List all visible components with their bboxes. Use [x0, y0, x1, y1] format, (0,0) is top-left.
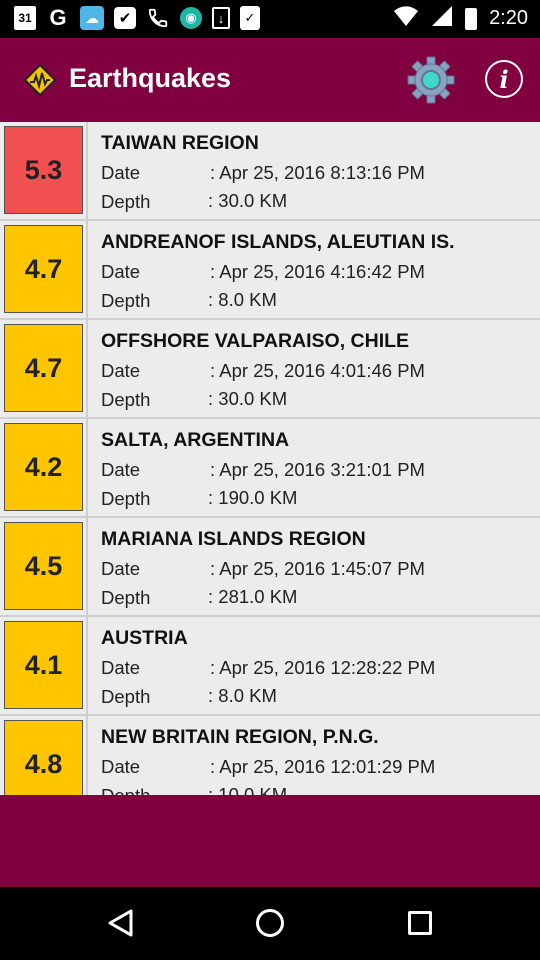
date-label: Date [101, 162, 141, 183]
system-icons: 2:20 [393, 5, 528, 32]
date-label: Date [101, 261, 141, 282]
magnitude-cell: 4.7 [0, 221, 88, 320]
back-icon [108, 909, 133, 937]
depth-value: : 30.0 KM [208, 190, 288, 211]
earthquake-row[interactable]: 4.7 ANDREANOF ISLANDS, ALEUTIAN IS. Date… [0, 221, 540, 320]
cloud-icon: ☁ [80, 6, 104, 30]
depth-value: : 30.0 KM [208, 388, 288, 409]
date-value: : Apr 25, 2016 8:13:16 PM [210, 162, 425, 183]
checkmark-icon: ✔ [114, 7, 136, 29]
depth-label: Depth [101, 191, 151, 212]
download-icon: ↓ [212, 7, 230, 29]
earthquake-logo-icon [23, 63, 57, 97]
app-title: Earthquakes [69, 63, 232, 93]
settings-button[interactable] [406, 55, 456, 105]
google-icon: G [49, 5, 67, 30]
region-name: OFFSHORE VALPARAISO, CHILE [101, 330, 410, 352]
depth-label: Depth [101, 290, 151, 311]
bottom-ad-area [0, 795, 540, 887]
status-bar: 31 G ☁ ✔ ◉ ↓ ✓ 2:20 [0, 0, 540, 38]
date-value: : Apr 25, 2016 3:21:01 PM [210, 459, 425, 480]
magnitude-badge: 4.8 [4, 720, 83, 795]
earthquake-row[interactable]: 5.3 TAIWAN REGION Date : Apr 25, 2016 8:… [0, 122, 540, 221]
magnitude-badge: 4.1 [4, 621, 83, 709]
date-label: Date [101, 360, 141, 381]
notification-icons: 31 G ☁ ✔ ◉ ↓ ✓ [14, 5, 260, 30]
magnitude-cell: 4.2 [0, 419, 88, 518]
date-label: Date [101, 558, 141, 579]
depth-value: : 8.0 KM [208, 685, 277, 706]
depth-label: Depth [101, 587, 151, 608]
info-button[interactable]: i [485, 60, 523, 98]
magnitude-badge: 5.3 [4, 126, 83, 214]
info-icon: i [499, 64, 509, 94]
clock: 2:20 [489, 7, 528, 29]
magnitude-badge: 4.5 [4, 522, 83, 610]
globe-icon: ◉ [180, 7, 202, 29]
earthquake-row[interactable]: 4.5 MARIANA ISLANDS REGION Date : Apr 25… [0, 518, 540, 617]
magnitude-cell: 5.3 [0, 122, 88, 221]
depth-label: Depth [101, 686, 151, 707]
region-name: AUSTRIA [101, 627, 188, 649]
region-name: MARIANA ISLANDS REGION [101, 528, 366, 550]
date-value: : Apr 25, 2016 12:01:29 PM [210, 756, 436, 777]
depth-label: Depth [101, 488, 151, 509]
depth-value: : 8.0 KM [208, 289, 277, 310]
date-value: : Apr 25, 2016 12:28:22 PM [210, 657, 436, 678]
region-name: ANDREANOF ISLANDS, ALEUTIAN IS. [101, 231, 455, 253]
depth-value: : 10.0 KM [208, 784, 288, 795]
clipboard-icon: ✓ [240, 6, 260, 30]
magnitude-badge: 4.2 [4, 423, 83, 511]
date-label: Date [101, 459, 141, 480]
magnitude-cell: 4.7 [0, 320, 88, 419]
magnitude-cell: 4.5 [0, 518, 88, 617]
earthquake-list[interactable]: 5.3 TAIWAN REGION Date : Apr 25, 2016 8:… [0, 122, 540, 795]
recents-button[interactable] [408, 911, 432, 935]
magnitude-badge: 4.7 [4, 324, 83, 412]
app-bar: Earthquakes i [0, 38, 540, 122]
date-value: : Apr 25, 2016 1:45:07 PM [210, 558, 425, 579]
depth-label: Depth [101, 389, 151, 410]
earthquake-row[interactable]: 4.7 OFFSHORE VALPARAISO, CHILE Date : Ap… [0, 320, 540, 419]
phone-icon [146, 6, 170, 30]
depth-value: : 281.0 KM [208, 586, 298, 607]
back-button[interactable] [105, 907, 137, 939]
magnitude-cell: 4.1 [0, 617, 88, 716]
earthquake-row[interactable]: 4.1 AUSTRIA Date : Apr 25, 2016 12:28:22… [0, 617, 540, 716]
date-label: Date [101, 756, 141, 777]
date-label: Date [101, 657, 141, 678]
region-name: SALTA, ARGENTINA [101, 429, 290, 451]
region-name: TAIWAN REGION [101, 132, 259, 154]
depth-value: : 190.0 KM [208, 487, 298, 508]
gear-icon [407, 56, 455, 104]
magnitude-cell: 4.8 [0, 716, 88, 795]
navigation-bar [0, 887, 540, 960]
earthquake-row[interactable]: 4.2 SALTA, ARGENTINA Date : Apr 25, 2016… [0, 419, 540, 518]
magnitude-badge: 4.7 [4, 225, 83, 313]
region-name: NEW BRITAIN REGION, P.N.G. [101, 726, 379, 748]
date-value: : Apr 25, 2016 4:16:42 PM [210, 261, 425, 282]
battery-icon [465, 7, 478, 30]
signal-icon [431, 5, 453, 32]
home-button[interactable] [256, 909, 284, 937]
earthquake-row[interactable]: 4.8 NEW BRITAIN REGION, P.N.G. Date : Ap… [0, 716, 540, 795]
wifi-icon [393, 5, 419, 32]
depth-label: Depth [101, 785, 150, 795]
calendar-icon: 31 [14, 6, 36, 30]
date-value: : Apr 25, 2016 4:01:46 PM [210, 360, 425, 381]
